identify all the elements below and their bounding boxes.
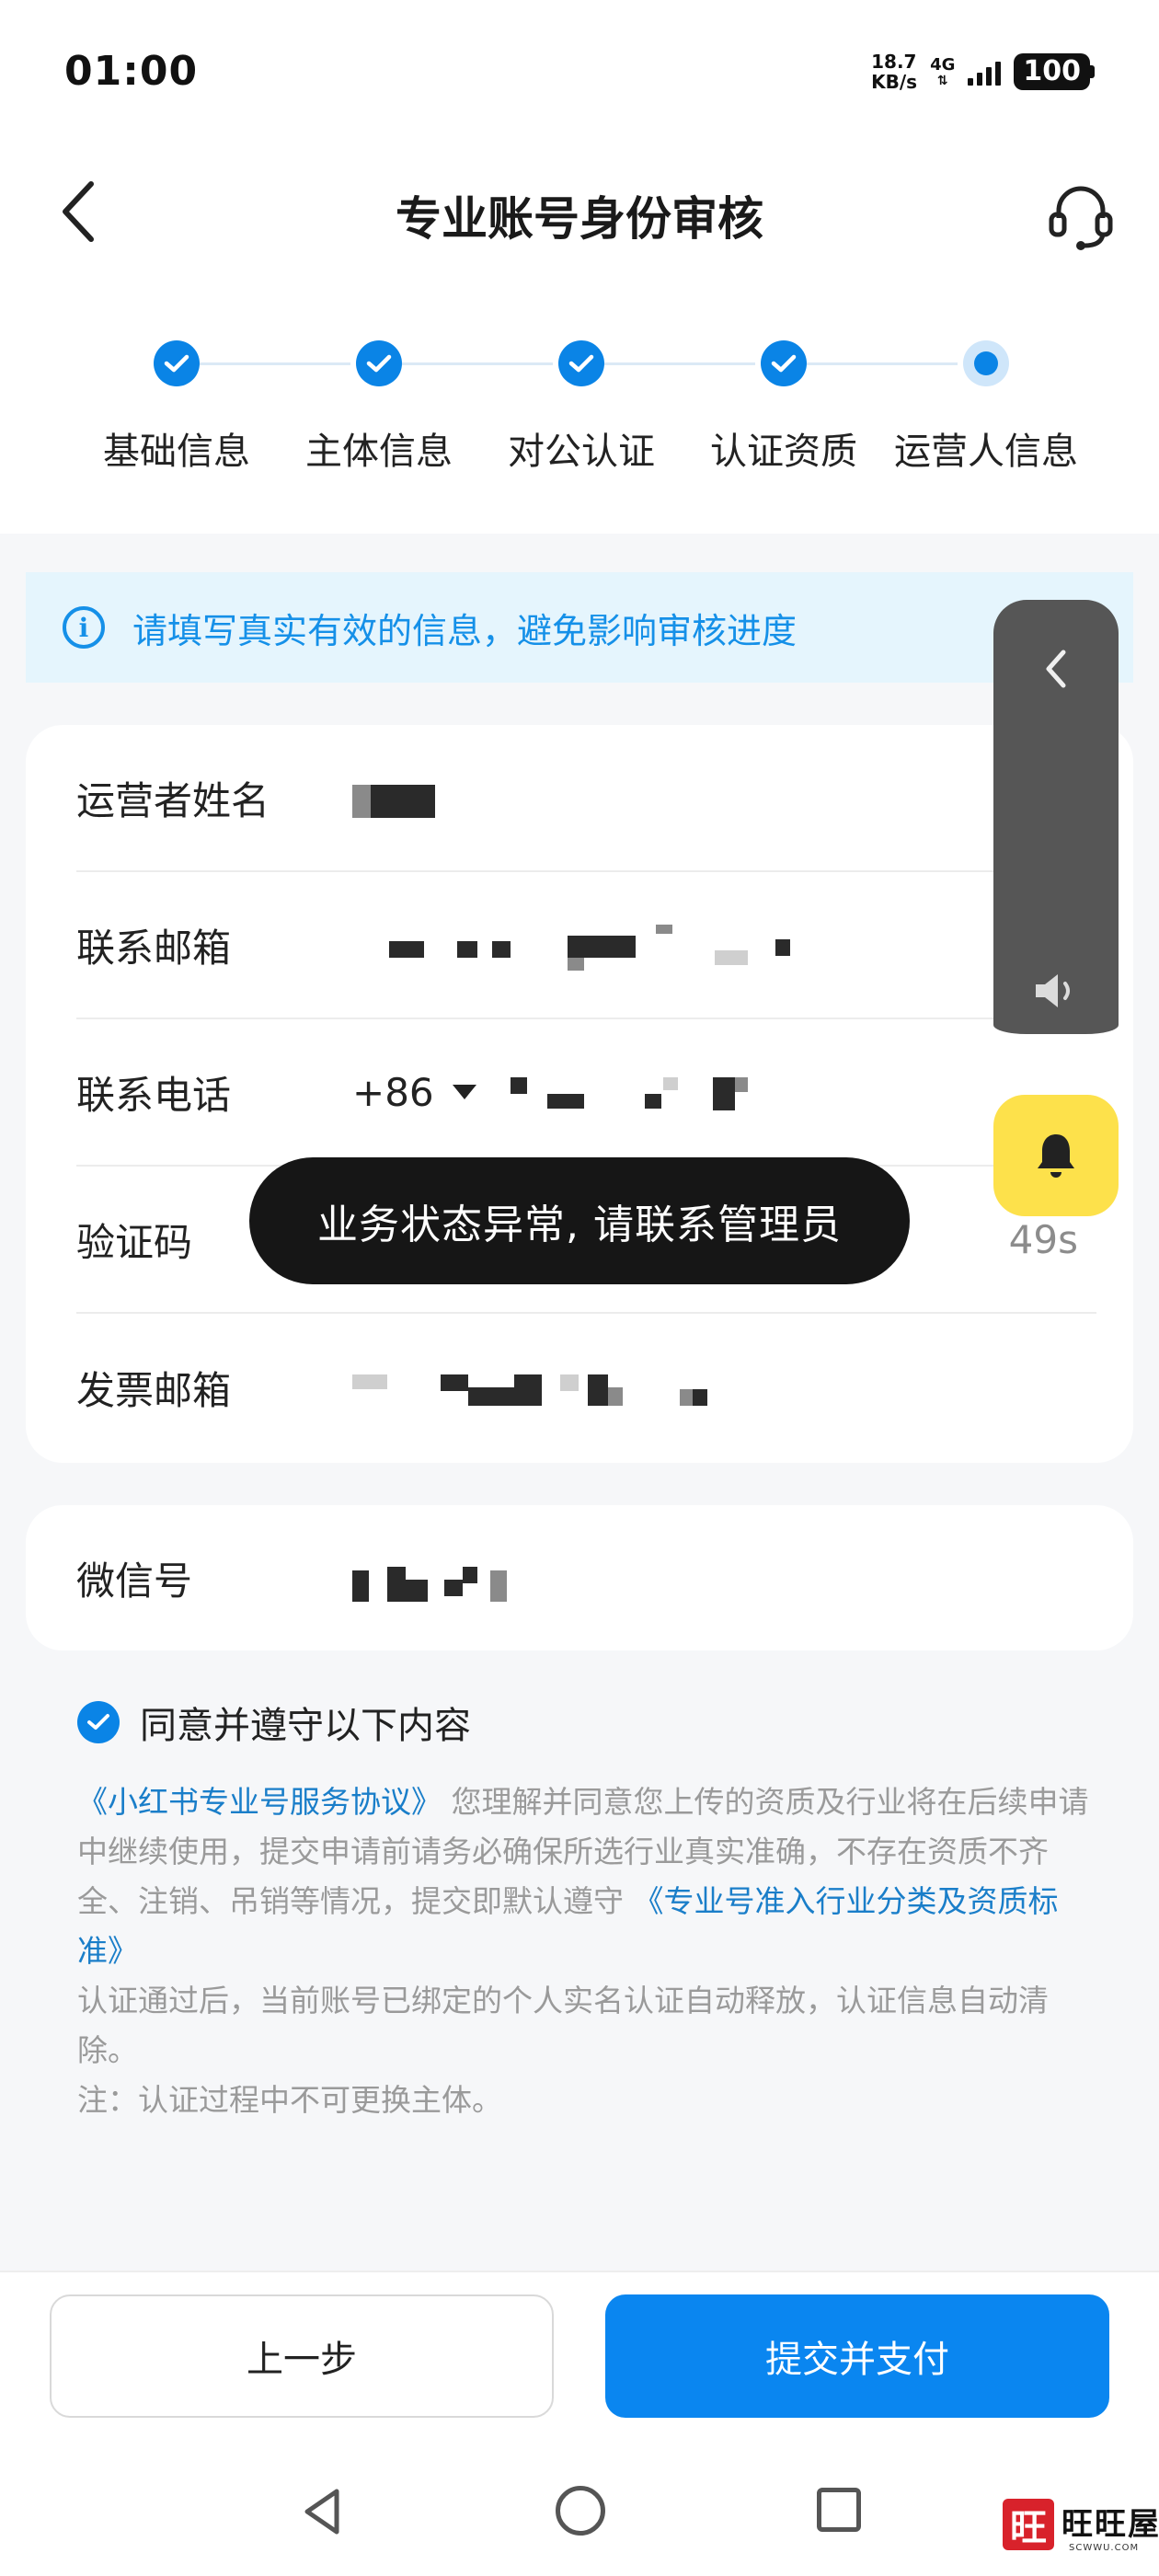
network-speed: 18.7 KB/s xyxy=(871,52,917,92)
checkbox-checked-icon[interactable] xyxy=(77,1701,120,1743)
bottom-action-bar: 上一步 提交并支付 xyxy=(0,2271,1159,2576)
notification-bell-button[interactable] xyxy=(993,1095,1119,1216)
check-icon xyxy=(558,340,604,386)
collapse-panel-button[interactable] xyxy=(993,637,1119,701)
submit-and-pay-button[interactable]: 提交并支付 xyxy=(605,2294,1109,2418)
network-type: 4G ⇅ xyxy=(930,55,956,88)
watermark-url: SCWWU.COM xyxy=(1069,2543,1140,2553)
step-label: 主体信息 xyxy=(305,431,453,473)
notice-text: 请填写真实有效的信息，避免影响审核进度 xyxy=(132,610,798,651)
battery-icon: 100 xyxy=(1014,53,1095,90)
info-icon: i xyxy=(63,606,105,649)
operator-info-form: 运营者姓名 联系邮箱 联系电话 +86 验证码 49s 发票邮箱 xyxy=(26,725,1133,1463)
wechat-card: 微信号 xyxy=(26,1505,1133,1650)
status-time: 01:00 xyxy=(64,48,199,95)
invoice-email-row[interactable]: 发票邮箱 xyxy=(76,1314,1096,1461)
check-icon xyxy=(356,340,402,386)
watermark-name: 旺旺屋 xyxy=(1061,2506,1159,2543)
step-label: 认证资质 xyxy=(710,431,857,473)
check-icon xyxy=(154,340,200,386)
agreement-label: 同意并遵守以下内容 xyxy=(140,1705,471,1747)
invoice-email-field[interactable] xyxy=(352,1360,1096,1415)
contact-phone-label: 联系电话 xyxy=(76,1072,232,1118)
info-notice: i 请填写真实有效的信息，避免影响审核进度 xyxy=(26,572,1133,683)
step-label: 基础信息 xyxy=(103,431,250,473)
country-code-selector[interactable]: +86 xyxy=(352,1070,476,1115)
volume-button[interactable] xyxy=(993,959,1119,1023)
network-speed-unit: KB/s xyxy=(871,71,918,93)
verification-page: 01:00 18.7 KB/s 4G ⇅ 100 专业账号身份审核 基础信息 主… xyxy=(0,0,1159,2576)
speaker-icon xyxy=(1036,974,1070,1007)
chevron-left-icon xyxy=(1046,650,1066,688)
terms-release-note: 认证通过后，当前账号已绑定的个人实名认证自动释放，认证信息自动清除。 xyxy=(77,1983,1049,2068)
watermark-seal: 旺 xyxy=(1003,2499,1054,2550)
network-type-label: 4G xyxy=(930,55,956,75)
nav-recent-apps-icon[interactable] xyxy=(817,2488,861,2532)
step-corporate-auth: 对公认证 xyxy=(480,340,683,475)
page-title: 专业账号身份审核 xyxy=(396,192,763,246)
step-label: 运营人信息 xyxy=(894,431,1078,473)
headset-icon xyxy=(1049,186,1113,250)
terms-subject-note: 注：认证过程中不可更换主体。 xyxy=(77,2082,502,2118)
step-operator-info: 运营人信息 xyxy=(885,340,1087,475)
step-label: 对公认证 xyxy=(508,431,655,473)
dropdown-triangle-icon xyxy=(452,1085,476,1099)
contact-email-row[interactable]: 联系邮箱 xyxy=(76,872,1096,1019)
resend-countdown: 49s xyxy=(1008,1216,1078,1262)
nav-back-icon[interactable] xyxy=(294,2484,350,2539)
error-toast: 业务状态异常, 请联系管理员 xyxy=(249,1157,910,1284)
terms-text: 《小红书专业号服务协议》 您理解并同意您上传的资质及行业将在后续申请中继续使用，… xyxy=(77,1777,1089,2125)
network-speed-value: 18.7 xyxy=(871,51,917,73)
contact-phone-field[interactable]: +86 xyxy=(352,1064,1096,1120)
wechat-field[interactable] xyxy=(352,1550,1096,1605)
contact-email-label: 联系邮箱 xyxy=(76,925,232,971)
step-entity-info: 主体信息 xyxy=(278,340,480,475)
site-watermark: 旺 旺旺屋 SCWWU.COM xyxy=(993,2482,1159,2576)
wechat-label: 微信号 xyxy=(76,1558,193,1604)
wechat-row[interactable]: 微信号 xyxy=(76,1505,1096,1650)
step-qualification: 认证资质 xyxy=(683,340,885,475)
operator-name-label: 运营者姓名 xyxy=(76,777,270,823)
bell-icon xyxy=(1038,1134,1074,1178)
status-indicators: 18.7 KB/s 4G ⇅ 100 xyxy=(871,52,1095,92)
operator-name-field[interactable] xyxy=(352,770,1096,825)
step-basic-info: 基础信息 xyxy=(75,340,278,475)
invoice-email-label: 发票邮箱 xyxy=(76,1367,232,1413)
contact-phone-row[interactable]: 联系电话 +86 xyxy=(76,1019,1096,1167)
customer-service-button[interactable] xyxy=(1039,175,1122,258)
agreement-checkbox-row[interactable]: 同意并遵守以下内容 xyxy=(77,1696,471,1749)
previous-step-button[interactable]: 上一步 xyxy=(50,2294,554,2418)
contact-email-field[interactable] xyxy=(352,917,1096,972)
check-icon xyxy=(761,340,807,386)
signal-icon xyxy=(968,58,1002,86)
floating-side-panel xyxy=(993,600,1119,1058)
nav-home-icon[interactable] xyxy=(556,2486,605,2536)
country-code: +86 xyxy=(352,1069,434,1115)
operator-name-row[interactable]: 运营者姓名 xyxy=(76,725,1096,872)
data-arrows-icon: ⇅ xyxy=(936,74,948,88)
progress-stepper: 基础信息 主体信息 对公认证 认证资质 运营人信息 xyxy=(0,340,1159,478)
current-step-icon xyxy=(963,340,1009,386)
service-agreement-link[interactable]: 《小红书专业号服务协议》 xyxy=(77,1784,442,1820)
battery-level: 100 xyxy=(1014,53,1090,90)
